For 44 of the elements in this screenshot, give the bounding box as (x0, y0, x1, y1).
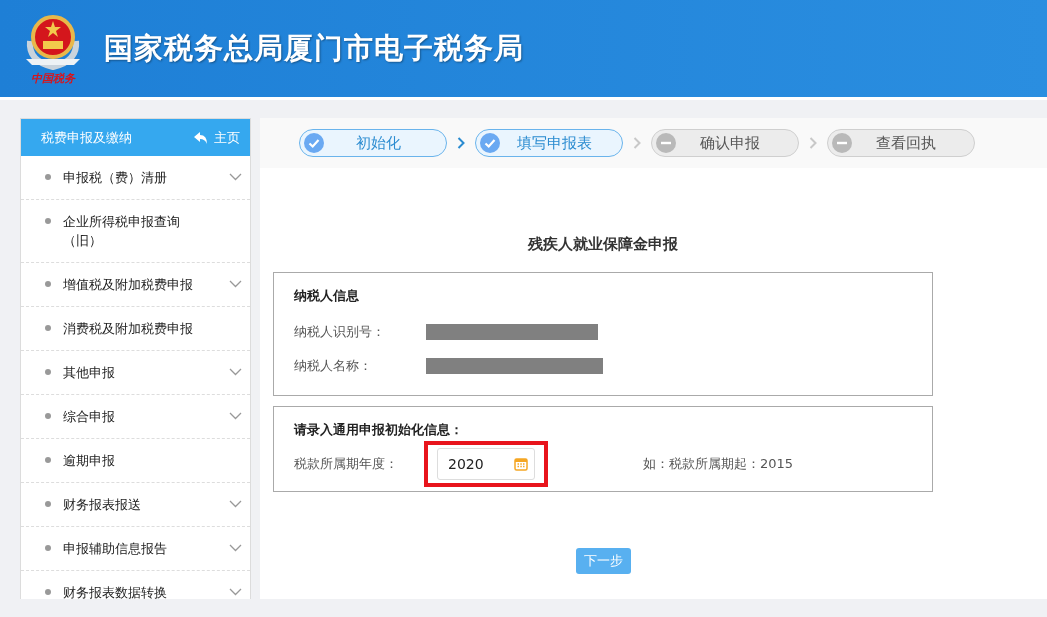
section-heading: 请录入通用申报初始化信息： (294, 421, 464, 439)
year-field[interactable]: 2020 (437, 448, 535, 480)
field-label: 纳税人识别号： (294, 323, 386, 341)
section-heading: 纳税人信息 (294, 287, 360, 305)
check-circle-icon (304, 133, 324, 153)
chevron-right-icon (457, 137, 465, 149)
bullet-icon (45, 589, 51, 595)
bullet-icon (45, 218, 51, 224)
sidebar-item[interactable]: 财务报表报送 (21, 483, 250, 527)
sidebar-item[interactable]: 申报税（费）清册 (21, 156, 250, 200)
bullet-icon (45, 501, 51, 507)
bullet-icon (45, 413, 51, 419)
step-pill: 填写申报表 (475, 129, 623, 157)
minus-circle-icon (832, 133, 852, 153)
check-circle-icon (480, 133, 500, 153)
sidebar-item[interactable]: 申报辅助信息报告 (21, 527, 250, 571)
calendar-icon (514, 457, 528, 471)
chevron-right-icon (633, 137, 641, 149)
back-arrow-icon (194, 131, 208, 144)
field-label: 税款所属期年度： (294, 455, 399, 473)
bullet-icon (45, 457, 51, 463)
site-title: 国家税务总局厦门市电子税务局 (104, 29, 524, 67)
minus-circle-icon (656, 133, 676, 153)
emblem-caption: 中国税务 (31, 71, 75, 86)
sidebar-item[interactable]: 财务报表数据转换 (21, 571, 250, 599)
bullet-icon (45, 545, 51, 551)
step-pill: 初始化 (299, 129, 447, 157)
field-label: 纳税人名称： (294, 357, 373, 375)
step-pill: 确认申报 (651, 129, 799, 157)
sidebar-item[interactable]: 其他申报 (21, 351, 250, 395)
sidebar-item[interactable]: 逾期申报 (21, 439, 250, 483)
bullet-icon (45, 281, 51, 287)
bullet-icon (45, 369, 51, 375)
form-title: 残疾人就业保障金申报 (527, 235, 679, 254)
sidebar-item[interactable]: 增值税及附加税费申报 (21, 263, 250, 307)
sidebar-item[interactable]: 消费税及附加税费申报 (21, 307, 250, 351)
step-pill: 查看回执 (827, 129, 975, 157)
sidebar-title: 税费申报及缴纳 (41, 128, 132, 147)
hint-text: 如：税款所属期起：2015 (643, 455, 794, 473)
bullet-icon (45, 325, 51, 331)
sidebar-item[interactable]: 综合申报 (21, 395, 250, 439)
chevron-right-icon (809, 137, 817, 149)
bullet-icon (45, 174, 51, 180)
sidebar-item[interactable]: 企业所得税申报查询（旧） (21, 200, 250, 263)
